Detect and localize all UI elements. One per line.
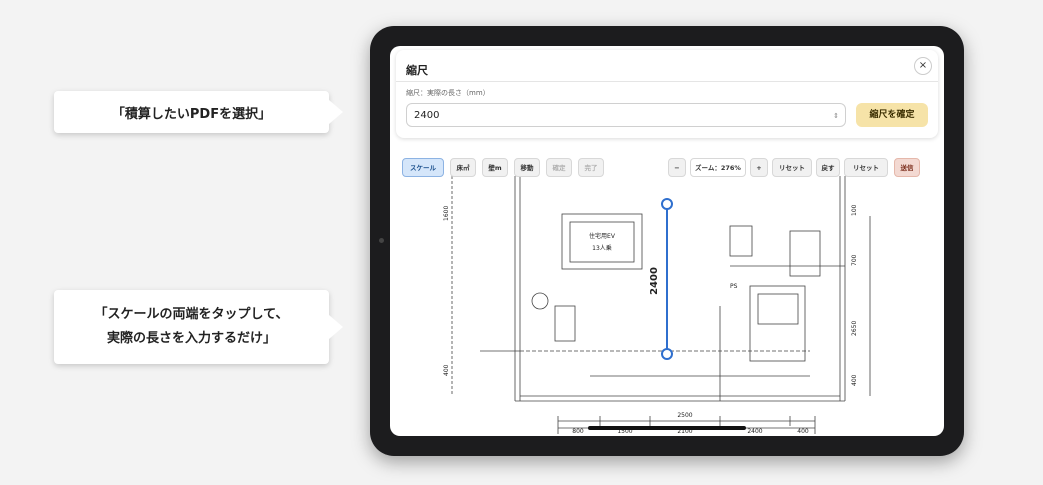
measure-start-handle[interactable] [661,198,673,210]
dim-left-bottom: 400 [443,364,450,376]
ps-label: PS [730,283,738,290]
callout-scale-line1: 「スケールの両端をタップして、 [94,307,289,322]
callout-select-pdf: 「積算したいPDFを選択」 [54,91,343,133]
area-tool-button[interactable]: 床㎡ [450,158,476,177]
home-indicator [588,426,746,430]
wall-tool-button[interactable]: 壁m [482,158,508,177]
elevator-label-line2: 13人乗 [592,245,612,252]
dim-right-1: 100 [851,204,858,216]
callout-select-pdf-text: 「積算したいPDFを選択」 [111,106,272,122]
measure-value-label: 2400 [649,267,660,295]
elevator-label-line1: 住宅用EV [589,232,616,240]
camera [379,238,384,243]
zoom-out-button[interactable]: − [668,158,686,177]
dim-bottom-4: 2400 [747,428,762,435]
length-input[interactable]: 2400 ⇕ [406,103,846,127]
length-input-value: 2400 [414,110,440,121]
confirm-tool-button[interactable]: 確定 [546,158,572,177]
callout-scale-line2: 実際の長さを入力するだけ」 [106,331,276,346]
dim-right-3: 2650 [851,321,858,336]
plan-labels: 住宅用EV 13人乗 PS 800 1500 2100 2400 400 250… [443,204,858,435]
tablet-frame: 住宅用EV 13人乗 PS 800 1500 2100 2400 400 250… [370,26,964,456]
measure-line[interactable]: 2400 [649,198,673,360]
move-tool-button[interactable]: 移動 [514,158,540,177]
length-field-label: 縮尺：実際の長さ（mm） [406,89,490,97]
dim-bottom-5: 400 [797,428,809,435]
zoom-level: ズーム：276% [690,158,746,177]
send-button[interactable]: 送信 [894,158,920,177]
callout-scale: 「スケールの両端をタップして、 実際の長さを入力するだけ」 [54,290,343,364]
zoom-reset-button[interactable]: リセット [772,158,812,177]
dialog-title: 縮尺 [406,64,428,77]
zoom-in-button[interactable]: + [750,158,768,177]
dim-total: 2500 [677,412,692,419]
floor-plan[interactable]: 住宅用EV 13人乗 PS 800 1500 2100 2400 400 250… [390,176,944,436]
measure-end-handle[interactable] [661,348,673,360]
undo-button[interactable]: 戻す [816,158,840,177]
stepper-icon[interactable]: ⇕ [833,104,839,128]
dim-right-2: 700 [851,254,858,266]
scale-dialog: 縮尺 × 縮尺：実際の長さ（mm） 2400 ⇕ 縮尺を確定 [396,50,938,138]
finish-tool-button[interactable]: 完了 [578,158,604,177]
reset-button[interactable]: リセット [844,158,888,177]
dim-left-top: 1600 [443,206,450,221]
toolbar: スケール 床㎡ 壁m 移動 確定 完了 − ズーム：276% + リセット 戻す… [400,156,934,180]
dim-bottom-1: 800 [572,428,584,435]
scale-tool-button[interactable]: スケール [402,158,444,177]
dialog-divider [396,81,938,82]
tablet-screen: 住宅用EV 13人乗 PS 800 1500 2100 2400 400 250… [390,46,944,436]
close-button[interactable]: × [914,57,932,75]
confirm-scale-button[interactable]: 縮尺を確定 [856,103,928,127]
dim-right-4: 400 [851,374,858,386]
